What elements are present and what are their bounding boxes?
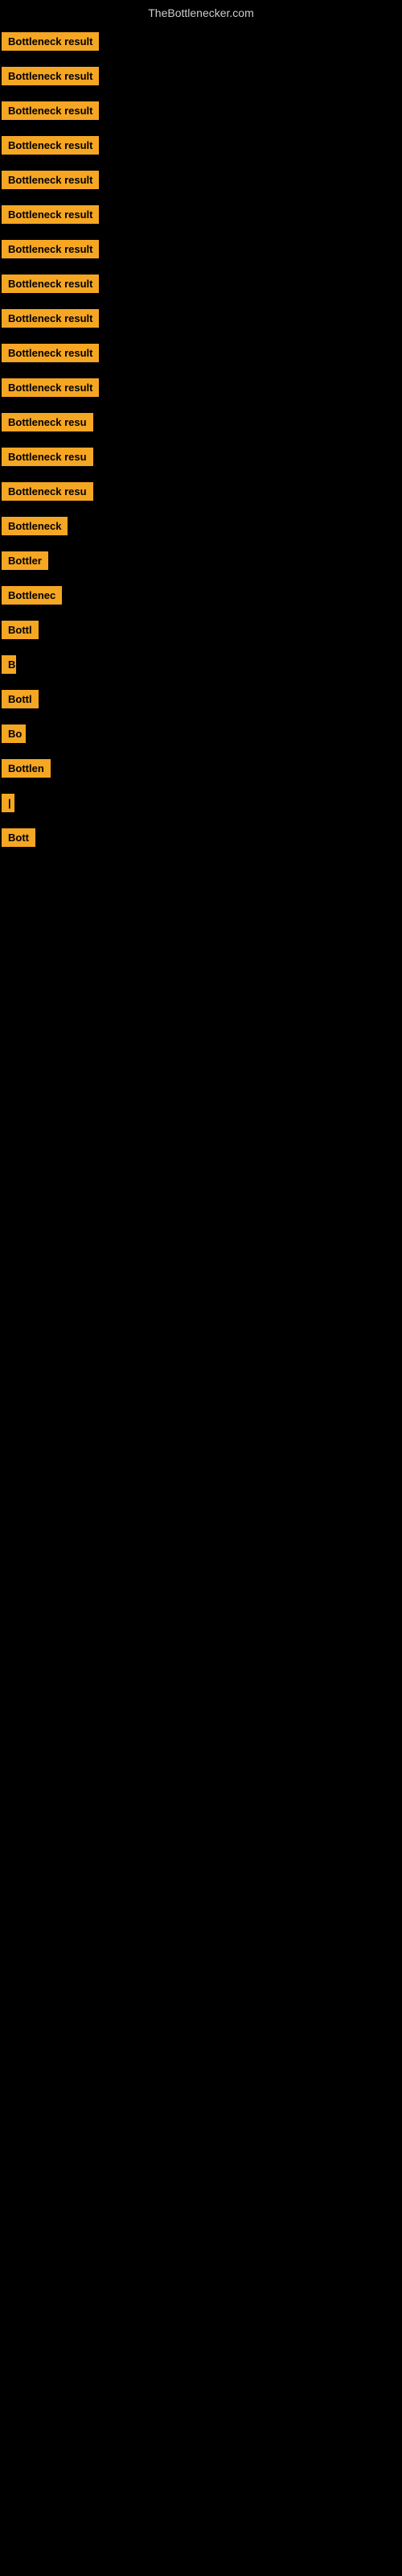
- bottleneck-row: Bottlen: [0, 749, 402, 784]
- bottleneck-row: |: [0, 784, 402, 819]
- bottleneck-result-label[interactable]: Bottler: [2, 551, 48, 570]
- bottleneck-row: Bottl: [0, 611, 402, 646]
- bottleneck-result-label[interactable]: Bottleneck result: [2, 378, 99, 397]
- bottleneck-result-label[interactable]: Bottleneck result: [2, 101, 99, 120]
- bottleneck-row: Bo: [0, 715, 402, 749]
- bottleneck-row: Bottleneck result: [0, 265, 402, 299]
- bottleneck-result-label[interactable]: Bottleneck result: [2, 309, 99, 328]
- bottleneck-row: Bottleneck result: [0, 57, 402, 92]
- bottleneck-result-label[interactable]: Bottleneck result: [2, 240, 99, 258]
- bottleneck-row: Bottleneck result: [0, 369, 402, 403]
- bottleneck-result-label[interactable]: Bottleneck result: [2, 171, 99, 189]
- bottleneck-row: Bottleneck result: [0, 126, 402, 161]
- bottleneck-row: Bottleneck result: [0, 299, 402, 334]
- bottleneck-result-label[interactable]: Bottleneck result: [2, 32, 99, 51]
- bottleneck-result-label[interactable]: B: [2, 655, 16, 674]
- bottleneck-row: Bottleneck resu: [0, 403, 402, 438]
- bottleneck-result-label[interactable]: Bottleneck result: [2, 275, 99, 293]
- bottleneck-result-label[interactable]: Bottleneck resu: [2, 413, 93, 431]
- bottleneck-row: Bottleneck result: [0, 334, 402, 369]
- bottleneck-result-label[interactable]: Bottlen: [2, 759, 51, 778]
- bottleneck-row: Bottleneck resu: [0, 473, 402, 507]
- bottleneck-row: Bottleneck result: [0, 161, 402, 196]
- bottleneck-row: Bottler: [0, 542, 402, 576]
- bottleneck-row: Bottl: [0, 680, 402, 715]
- bottleneck-result-label[interactable]: |: [2, 794, 14, 812]
- bottleneck-row: B: [0, 646, 402, 680]
- bottleneck-result-label[interactable]: Bottlenec: [2, 586, 62, 605]
- bottleneck-row: Bott: [0, 819, 402, 853]
- bottleneck-row: Bottlenec: [0, 576, 402, 611]
- bottleneck-result-label[interactable]: Bottl: [2, 621, 39, 639]
- bottleneck-result-label[interactable]: Bottleneck result: [2, 67, 99, 85]
- bottleneck-result-label[interactable]: Bo: [2, 724, 26, 743]
- bottleneck-result-label[interactable]: Bottl: [2, 690, 39, 708]
- bottleneck-result-label[interactable]: Bottleneck result: [2, 344, 99, 362]
- bottleneck-row: Bottleneck result: [0, 92, 402, 126]
- bottleneck-row: Bottleneck result: [0, 196, 402, 230]
- bottleneck-result-label[interactable]: Bottleneck result: [2, 205, 99, 224]
- bottleneck-row: Bottleneck result: [0, 230, 402, 265]
- bottleneck-row: Bottleneck result: [0, 23, 402, 57]
- bottleneck-result-label[interactable]: Bottleneck resu: [2, 482, 93, 501]
- bottleneck-result-label[interactable]: Bottleneck resu: [2, 448, 93, 466]
- bottleneck-row: Bottleneck: [0, 507, 402, 542]
- bottleneck-result-label[interactable]: Bottleneck result: [2, 136, 99, 155]
- bottleneck-result-label[interactable]: Bottleneck: [2, 517, 68, 535]
- bottleneck-result-label[interactable]: Bott: [2, 828, 35, 847]
- site-title: TheBottlenecker.com: [0, 0, 402, 23]
- bottleneck-row: Bottleneck resu: [0, 438, 402, 473]
